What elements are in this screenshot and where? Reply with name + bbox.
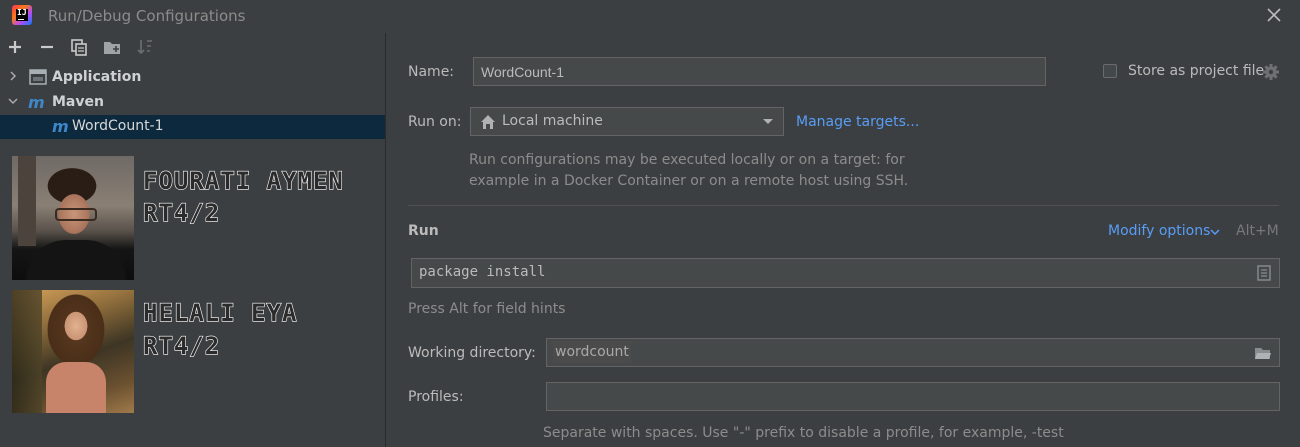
run-on-select[interactable]: Local machine: [470, 107, 784, 136]
maven-icon: m: [28, 94, 45, 110]
person-photo: [12, 290, 134, 413]
working-directory-label: Working directory:: [408, 345, 536, 361]
separator: [408, 205, 1279, 206]
run-on-label: Run on:: [408, 114, 462, 130]
chevron-down-icon[interactable]: [8, 96, 18, 106]
profiles-input[interactable]: [546, 382, 1280, 411]
intellij-app-icon: IJ: [12, 5, 32, 25]
folder-icon[interactable]: [1254, 345, 1272, 361]
home-icon: [481, 115, 495, 129]
chevron-down-icon[interactable]: [1210, 228, 1220, 236]
expand-field-icon[interactable]: [1256, 265, 1272, 281]
sidebar-toolbar: [0, 33, 385, 61]
run-section-title: Run: [408, 223, 439, 239]
new-folder-icon[interactable]: [102, 37, 122, 57]
command-line-input[interactable]: package install: [411, 258, 1280, 288]
manage-targets-link[interactable]: Manage targets...: [796, 114, 919, 130]
close-icon[interactable]: [1263, 4, 1285, 26]
tree-item-label: Maven: [52, 94, 104, 110]
dropdown-arrow-icon: [763, 119, 773, 124]
gear-icon[interactable]: [1262, 63, 1280, 81]
svg-text:m: m: [52, 118, 69, 134]
person-name: Helali Eya: [142, 298, 298, 327]
tree-item-label: WordCount-1: [72, 118, 164, 134]
modify-options-shortcut: Alt+M: [1236, 223, 1279, 239]
profiles-hint: Separate with spaces. Use "-" prefix to …: [543, 425, 1064, 441]
person-photo: [12, 156, 134, 280]
sort-icon[interactable]: [135, 37, 155, 57]
person-name: Fourati Aymen: [142, 166, 344, 195]
person-class: RT4/2: [142, 198, 221, 227]
remove-icon[interactable]: [37, 37, 57, 57]
field-hint: Press Alt for field hints: [408, 301, 566, 317]
modify-options-link[interactable]: Modify options: [1108, 223, 1210, 239]
store-project-file-label[interactable]: Store as project file: [1128, 63, 1264, 79]
name-input[interactable]: [473, 57, 1046, 86]
tree-item-maven[interactable]: m Maven: [0, 91, 385, 115]
tree-item-label: Application: [52, 69, 142, 85]
run-on-value: Local machine: [502, 113, 603, 129]
add-icon[interactable]: [5, 37, 25, 57]
profiles-label: Profiles:: [408, 389, 464, 405]
window-title: Run/Debug Configurations: [48, 7, 246, 25]
title-bar: IJ Run/Debug Configurations: [0, 0, 1300, 33]
configuration-form: Name: Store as project file Run on: Loca…: [386, 33, 1300, 447]
maven-icon: m: [52, 118, 69, 134]
configurations-sidebar: Application m Maven m WordCount-1 Fourat…: [0, 33, 385, 447]
tree-item-wordcount[interactable]: m WordCount-1: [0, 115, 385, 139]
application-icon: [29, 69, 47, 85]
working-directory-input[interactable]: wordcount: [546, 338, 1280, 367]
tree-item-application[interactable]: Application: [0, 66, 385, 90]
chevron-right-icon[interactable]: [8, 71, 18, 81]
run-on-hint: Run configurations may be executed local…: [469, 152, 909, 189]
working-directory-value: wordcount: [553, 341, 631, 363]
command-line-value: package install: [419, 264, 546, 280]
person-class: RT4/2: [142, 331, 221, 360]
copy-icon[interactable]: [69, 37, 89, 57]
svg-text:m: m: [28, 94, 45, 110]
name-label: Name:: [408, 64, 455, 80]
store-project-file-checkbox[interactable]: [1103, 64, 1117, 78]
